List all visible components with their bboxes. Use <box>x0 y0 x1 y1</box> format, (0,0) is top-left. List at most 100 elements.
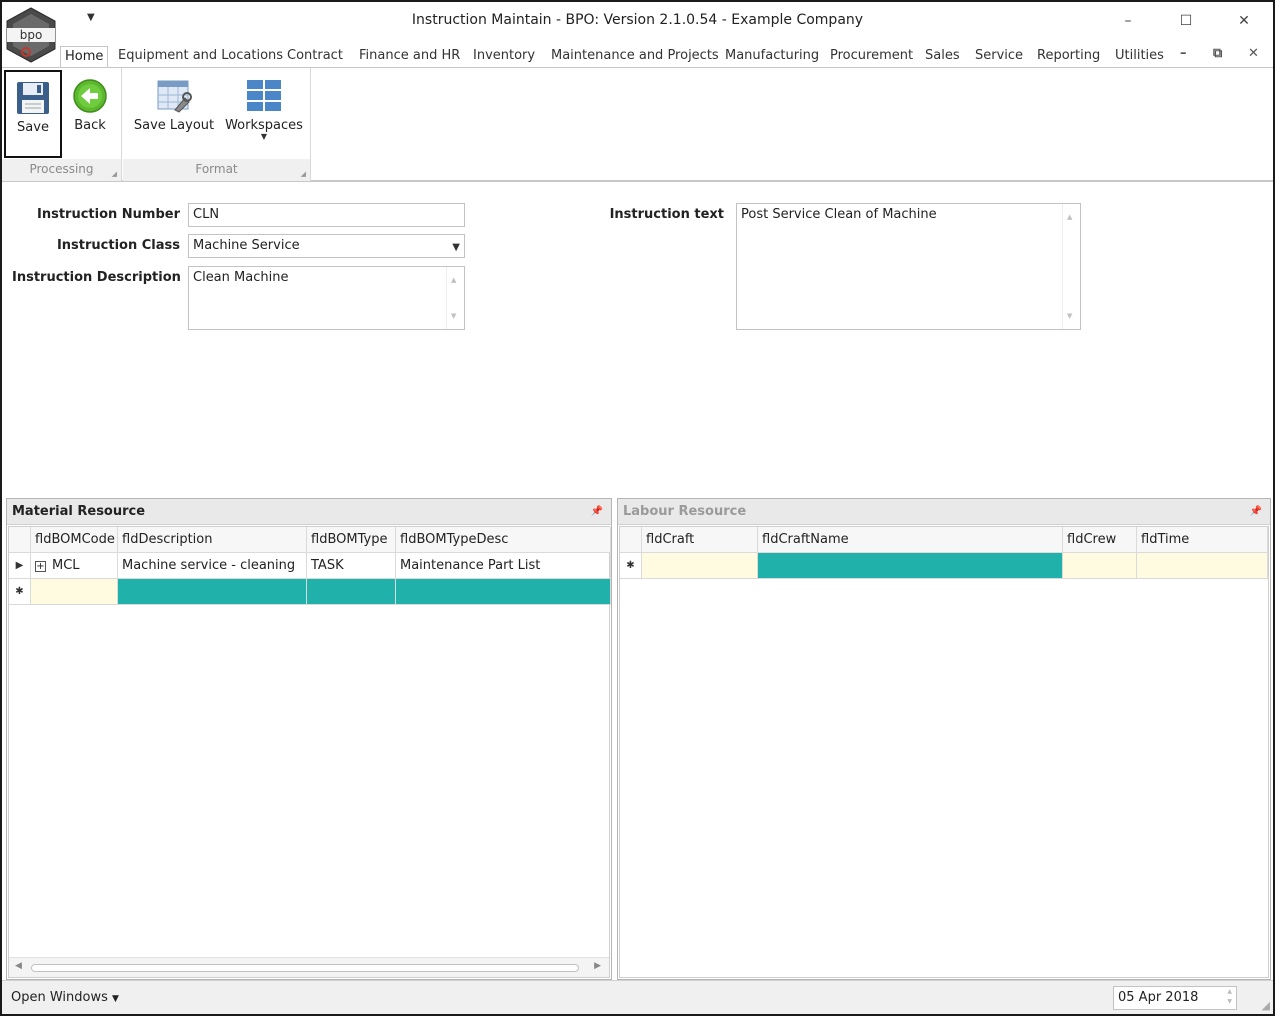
instruction-text-scrollbar[interactable]: ▲ ▼ <box>1062 204 1080 329</box>
instruction-number-input[interactable]: CLN <box>188 203 465 227</box>
column-header-crew[interactable]: fldCrew <box>1063 527 1137 553</box>
material-resource-panel: Material Resource 📌 fldBOMCode fldDescri… <box>6 498 612 980</box>
instruction-text-input[interactable]: Post Service Clean of Machine ▲ ▼ <box>736 203 1081 330</box>
bomtypedesc-cell[interactable]: Maintenance Part List <box>396 553 611 579</box>
column-header-craft[interactable]: fldCraft <box>642 527 758 553</box>
tab-home[interactable]: Home <box>60 46 109 68</box>
bomcode-value: MCL <box>52 558 80 573</box>
scroll-down-icon[interactable]: ▼ <box>1067 307 1072 325</box>
new-crew-cell[interactable] <box>1063 553 1137 579</box>
material-resource-header: Material Resource 📌 <box>7 499 611 525</box>
instruction-number-label: Instruction Number <box>36 207 180 222</box>
instruction-description-input[interactable]: Clean Machine ▲ ▼ <box>188 266 465 330</box>
new-bomtype-cell[interactable] <box>307 579 396 605</box>
format-launcher-icon[interactable]: ◢ <box>301 170 306 178</box>
date-value: 05 Apr 2018 <box>1118 990 1199 1005</box>
scroll-right-icon[interactable]: ▶ <box>594 961 601 971</box>
save-button[interactable]: Save <box>4 70 62 158</box>
tab-finance-and-hr[interactable]: Finance and HR <box>355 46 464 68</box>
scroll-up-icon[interactable]: ▲ <box>451 271 456 289</box>
tab-manufacturing[interactable]: Manufacturing <box>721 46 823 68</box>
scroll-down-icon[interactable]: ▼ <box>451 307 456 325</box>
date-field[interactable]: 05 Apr 2018 ▲ ▼ <box>1113 986 1237 1010</box>
open-windows-label: Open Windows <box>11 990 108 1005</box>
material-header-row: fldBOMCode fldDescription fldBOMType fld… <box>9 527 611 553</box>
column-header-bomtype[interactable]: fldBOMType <box>307 527 396 553</box>
ribbon-panel: Save Back Processing ◢ Save Layout Works… <box>2 67 1273 182</box>
new-bomtypedesc-cell[interactable] <box>396 579 611 605</box>
new-row-asterisk-icon: ✱ <box>9 579 31 605</box>
column-header-bomcode[interactable]: fldBOMCode <box>31 527 118 553</box>
row-indicator-icon: ▶ <box>9 553 31 579</box>
chevron-down-icon: ▼ <box>112 994 119 1004</box>
horizontal-scrollbar[interactable]: ◀ ▶ <box>9 957 609 977</box>
column-header-time[interactable]: fldTime <box>1137 527 1268 553</box>
instruction-text-value: Post Service Clean of Machine <box>741 207 937 222</box>
tab-reporting[interactable]: Reporting <box>1033 46 1104 68</box>
processing-group-label: Processing <box>2 159 121 181</box>
back-arrow-icon <box>73 79 107 113</box>
expand-row-icon[interactable]: + <box>35 561 46 572</box>
bomtype-cell[interactable]: TASK <box>307 553 396 579</box>
labour-resource-header: Labour Resource 📌 <box>618 499 1270 525</box>
new-row[interactable]: ✱ <box>9 579 611 605</box>
window-title: Instruction Maintain - BPO: Version 2.1.… <box>411 12 864 28</box>
scroll-left-icon[interactable]: ◀ <box>15 961 22 971</box>
back-button[interactable]: Back <box>64 70 116 158</box>
instruction-description-label: Instruction Description <box>12 270 181 285</box>
save-icon <box>17 82 49 114</box>
mdi-restore-icon[interactable]: ⧉ <box>1213 46 1222 61</box>
logo-text: bpo <box>20 28 43 42</box>
chevron-down-icon[interactable]: ▼ <box>452 239 460 257</box>
mdi-close-icon[interactable]: ✕ <box>1248 46 1259 61</box>
tab-equipment-and-locations[interactable]: Equipment and Locations <box>114 46 287 68</box>
pin-icon[interactable]: 📌 <box>591 499 603 525</box>
open-windows-menu[interactable]: Open Windows ▼ <box>11 990 119 1005</box>
column-header-bomtypedesc[interactable]: fldBOMTypeDesc <box>396 527 611 553</box>
instruction-class-select[interactable]: Machine Service ▼ <box>188 234 465 258</box>
app-logo-icon[interactable]: bpo <box>4 6 58 64</box>
new-row[interactable]: ✱ <box>620 553 1268 579</box>
title-bar: bpo ▼ Instruction Maintain - BPO: Versio… <box>2 2 1273 63</box>
maximize-button[interactable]: ☐ <box>1163 8 1209 34</box>
tab-service[interactable]: Service <box>971 46 1027 68</box>
workspaces-icon <box>247 80 281 111</box>
scroll-up-icon[interactable]: ▲ <box>1067 208 1072 226</box>
tab-inventory[interactable]: Inventory <box>469 46 539 68</box>
workspaces-dropdown-icon: ▼ <box>260 132 268 141</box>
new-craft-cell[interactable] <box>642 553 758 579</box>
mdi-minimize-icon[interactable]: – <box>1180 46 1187 61</box>
description-scrollbar[interactable]: ▲ ▼ <box>446 267 464 329</box>
save-layout-button[interactable]: Save Layout <box>129 70 219 158</box>
scrollbar-thumb[interactable] <box>31 964 579 972</box>
tab-procurement[interactable]: Procurement <box>826 46 917 68</box>
new-craftname-cell[interactable] <box>758 553 1063 579</box>
pin-icon[interactable]: 📌 <box>1250 499 1262 525</box>
tab-sales[interactable]: Sales <box>921 46 964 68</box>
ribbon-group-format: Save Layout Workspaces ▼ Format ◢ <box>123 68 311 181</box>
table-row[interactable]: ▶ + MCL Machine service - cleaning TASK M… <box>9 553 611 579</box>
tab-utilities[interactable]: Utilities <box>1111 46 1168 68</box>
tab-maintenance-and-projects[interactable]: Maintenance and Projects <box>547 46 723 68</box>
new-row-asterisk-icon: ✱ <box>620 553 642 579</box>
minimize-button[interactable]: – <box>1105 8 1151 34</box>
description-cell[interactable]: Machine service - cleaning <box>118 553 307 579</box>
bomcode-cell[interactable]: + MCL <box>31 553 118 579</box>
workspaces-button[interactable]: Workspaces ▼ <box>223 70 305 158</box>
material-resource-title: Material Resource <box>12 504 146 519</box>
new-description-cell[interactable] <box>118 579 307 605</box>
close-button[interactable]: ✕ <box>1221 8 1267 34</box>
date-spinner-icon[interactable]: ▲ ▼ <box>1227 987 1232 1007</box>
new-bomcode-cell[interactable] <box>31 579 118 605</box>
tab-contract[interactable]: Contract <box>283 46 347 68</box>
resize-grip-icon[interactable]: ◢ <box>1262 999 1270 1012</box>
row-indicator-header <box>620 527 642 553</box>
material-resource-grid: fldBOMCode fldDescription fldBOMType fld… <box>8 526 611 978</box>
save-layout-icon <box>157 80 192 113</box>
new-time-cell[interactable] <box>1137 553 1268 579</box>
column-header-craftname[interactable]: fldCraftName <box>758 527 1063 553</box>
instruction-text-label: Instruction text <box>609 207 724 222</box>
column-header-description[interactable]: fldDescription <box>118 527 307 553</box>
processing-launcher-icon[interactable]: ◢ <box>112 170 117 178</box>
labour-header-row: fldCraft fldCraftName fldCrew fldTime <box>620 527 1268 553</box>
